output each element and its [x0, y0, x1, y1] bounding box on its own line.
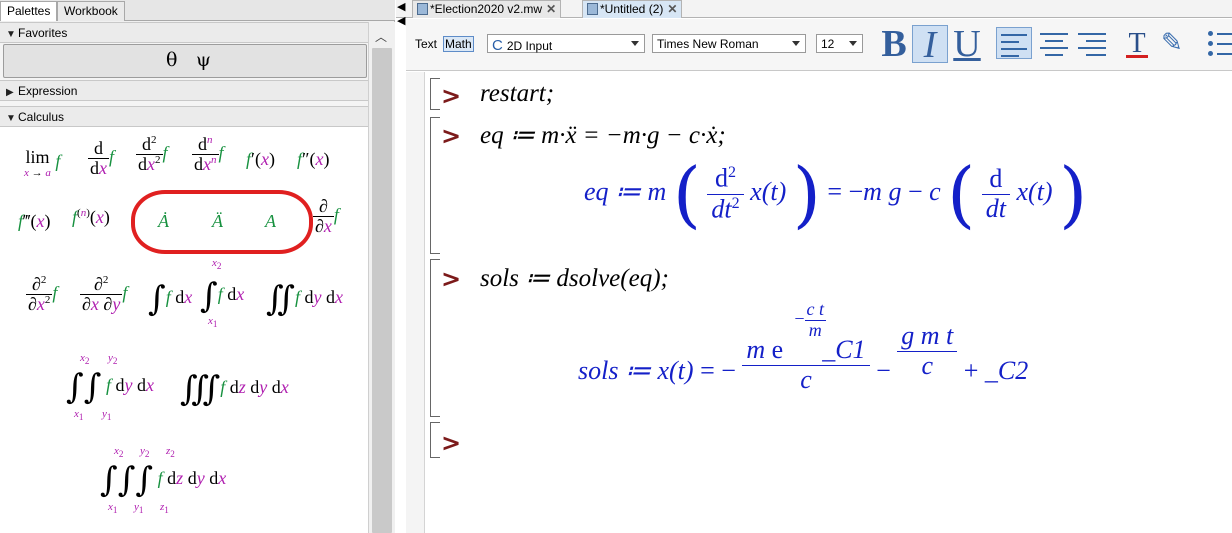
execution-group-bracket[interactable]	[430, 78, 440, 110]
input-mode-dropdown[interactable]: C 2D Input	[487, 34, 645, 54]
palette-item-double-integral[interactable]: ∬f dy dx	[266, 282, 343, 316]
favorites-palette: θ ψ	[3, 44, 367, 78]
font-dropdown[interactable]: Times New Roman	[652, 34, 806, 53]
bullet-list-icon[interactable]	[1208, 27, 1232, 59]
underline-button[interactable]: U	[950, 25, 984, 63]
calculus-label: Calculus	[18, 110, 65, 124]
italic-button[interactable]: I	[912, 25, 948, 64]
scroll-thumb[interactable]	[372, 48, 392, 533]
tab-workbook[interactable]: Workbook	[57, 1, 125, 21]
align-right-icon[interactable]	[1074, 27, 1110, 59]
palette-item-limit[interactable]: lim x → a f	[24, 147, 60, 179]
palette-item-definite-integral[interactable]: x2 ∫f dx x1	[200, 257, 244, 329]
input-restart[interactable]: restart;	[480, 80, 554, 108]
palette-item-mixed-partial[interactable]: ∂2 ∂x ∂y f	[80, 274, 127, 314]
palette-item-indefinite-integral[interactable]: ∫f dx	[148, 282, 192, 316]
font-size-value: 12	[821, 37, 835, 51]
palette-item-nth-prime[interactable]: f(n)(x)	[72, 207, 110, 228]
calculus-header[interactable]: ▼ Calculus	[0, 106, 368, 127]
c-icon: C	[492, 37, 503, 54]
collapse-panel-icon[interactable]: ◀	[397, 0, 405, 13]
palette-item-second-derivative[interactable]: d2 dx2 f	[136, 134, 168, 174]
prompt: >	[441, 122, 462, 150]
document-icon	[587, 3, 598, 15]
calculus-palette: lim x → a f d dx f d2 dx2 f dn dxn f f′(x) f″(x…	[0, 127, 368, 533]
text-mode-button[interactable]: Text	[415, 37, 437, 51]
align-center-icon[interactable]	[1036, 27, 1072, 59]
font-value: Times New Roman	[657, 37, 759, 51]
bold-button[interactable]: B	[876, 25, 912, 63]
expression-label: Expression	[18, 84, 78, 98]
palette-item-triple-integral[interactable]: ∭f dz dy dx	[180, 372, 289, 406]
input-mode-value: 2D Input	[506, 39, 553, 53]
palettes-panel: Palettes Workbook ▼ Favorites θ ψ ▶ Expres…	[0, 0, 395, 533]
expression-header[interactable]: ▶ Expression	[0, 80, 368, 101]
highlighter-icon[interactable]: ✎	[1161, 27, 1183, 58]
worksheet-gutter	[406, 72, 425, 533]
tab-label: *Election2020 v2.mw	[430, 2, 543, 16]
text-color-button[interactable]: T	[1122, 25, 1152, 63]
palette-item-psi[interactable]: ψ	[196, 49, 211, 71]
output-sols: sols ≔ x(t) = − − c tm m e _C1 c − g m tc …	[578, 299, 1029, 394]
input-eq[interactable]: eq ≔ m·ẍ = −m·g − c·ẋ;	[480, 120, 726, 150]
maple-window: Palettes Workbook ▼ Favorites θ ψ ▶ Expres…	[0, 0, 1232, 533]
palette-item-second-partial[interactable]: ∂2 ∂x2 f	[26, 274, 57, 314]
palette-item-theta[interactable]: θ	[166, 49, 177, 71]
math-mode-button[interactable]: Math	[443, 36, 474, 52]
tab-label: *Untitled (2)	[600, 2, 664, 16]
red-highlight-annotation	[131, 190, 313, 254]
prompt: >	[441, 429, 462, 457]
align-left-icon[interactable]	[996, 27, 1032, 59]
expand-triangle-icon: ▶	[6, 87, 14, 98]
palette-item-partial-derivative[interactable]: ∂ ∂x f	[313, 197, 339, 236]
document-icon	[417, 3, 428, 15]
tab-election2020[interactable]: *Election2020 v2.mw ✕	[412, 0, 562, 18]
favorites-label: Favorites	[18, 26, 68, 40]
output-sols-label: sols ≔	[578, 356, 651, 386]
palette-item-triple-definite-integral[interactable]: x2 y2 z2 ∫∫∫ f dz dy dx x1 y1 z1	[100, 445, 226, 515]
tab-palettes[interactable]: Palettes	[0, 1, 58, 21]
collapse-triangle-icon: ▼	[6, 113, 16, 124]
prompt: >	[441, 265, 462, 293]
palette-item-double-prime[interactable]: f″(x)	[297, 149, 330, 170]
close-icon[interactable]: ✕	[667, 2, 677, 16]
palette-item-nth-derivative[interactable]: dn dxn f	[192, 134, 224, 174]
tab-untitled-2[interactable]: *Untitled (2) ✕	[582, 0, 683, 18]
prompt: >	[441, 82, 462, 110]
input-dsolve[interactable]: sols ≔ dsolve(eq);	[480, 263, 669, 293]
palette-item-prime[interactable]: f′(x)	[246, 149, 275, 170]
format-toolbar: Text Math C 2D Input Times New Roman 12 B…	[406, 19, 1232, 71]
output-eq-label: eq ≔	[584, 176, 642, 206]
font-size-dropdown[interactable]: 12	[816, 34, 863, 53]
close-icon[interactable]: ✕	[546, 2, 556, 16]
collapse-panel-icon[interactable]: ◀	[397, 14, 405, 27]
execution-group-bracket[interactable]	[430, 259, 440, 417]
output-eq: eq ≔ m ( d2 dt2 x(t) ) = −m g − c ( d dt x…	[584, 152, 1088, 236]
scroll-up-icon[interactable]: ︿	[375, 28, 387, 45]
collapse-triangle-icon: ▼	[6, 29, 16, 40]
panel-tab-strip: Palettes Workbook	[0, 0, 395, 21]
palette-scrollbar[interactable]: ︿	[368, 22, 395, 533]
palette-item-triple-prime[interactable]: f‴(x)	[18, 211, 51, 232]
palette-item-double-definite-integral[interactable]: x2 y2 ∫∫ f dy dx x1 y1	[66, 352, 154, 422]
favorites-header[interactable]: ▼ Favorites	[0, 22, 368, 43]
execution-group-bracket[interactable]	[430, 422, 440, 458]
execution-group-bracket[interactable]	[430, 117, 440, 254]
palette-item-derivative[interactable]: d dx f	[88, 139, 114, 178]
text-color-swatch	[1126, 55, 1148, 58]
